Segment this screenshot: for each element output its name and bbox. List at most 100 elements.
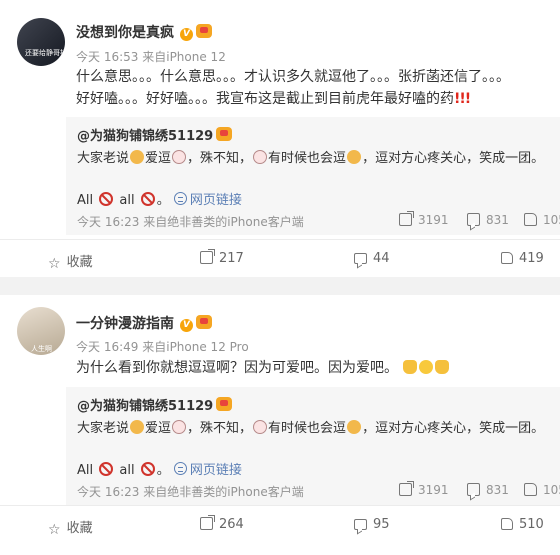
ghost-emoji-icon bbox=[172, 420, 187, 434]
star-icon: ☆ bbox=[48, 522, 61, 538]
prohibited-icon bbox=[99, 192, 114, 206]
ghost-emoji-icon bbox=[253, 150, 268, 164]
content-line-2-text: 好好嗑。。。好好嗑。。。我宣布这是截止到目前虎年最好嗑的药 bbox=[76, 91, 454, 107]
repost-links: All all 。 网页链接 bbox=[77, 459, 242, 478]
username[interactable]: 一分钟漫游指南 V bbox=[76, 313, 212, 333]
dog-emoji-icon bbox=[130, 150, 145, 164]
share-button[interactable]: 264 bbox=[200, 515, 244, 532]
post-time[interactable]: 今天 16:49 bbox=[76, 340, 138, 354]
link-icon bbox=[173, 192, 187, 205]
repost-card[interactable]: @为猫狗铺锦绣51129 大家老说 爱逗 ，殊不知， 有时候也会逗 ，逗对方心疼关心，笑… bbox=[66, 117, 560, 235]
content-line-1: 什么意思。。。什么意思。。。才认识多久就逗他了。。。张折菡还信了。。。 bbox=[76, 69, 510, 85]
ghost-emoji-icon bbox=[253, 420, 268, 434]
repost-like-count[interactable]: 105 bbox=[524, 483, 560, 497]
content-line-1: 为什么看到你就想逗逗啊？因为可爱吧。因为爱吧。 bbox=[76, 360, 398, 376]
repost-username-text[interactable]: @为猫狗铺锦绣51129 bbox=[77, 399, 213, 414]
repost-text-part: ，逗对方心疼关心，笑成一团。 bbox=[362, 421, 545, 436]
period-text: 。 bbox=[156, 193, 170, 208]
comment-button[interactable]: 44 bbox=[354, 251, 390, 266]
post-meta: 今天 16:49 来自iPhone 12 Pro bbox=[76, 338, 249, 355]
web-link-label[interactable]: 网页链接 bbox=[190, 463, 242, 478]
favorite-button[interactable]: ☆ 收藏 bbox=[48, 517, 93, 538]
comment-button[interactable]: 95 bbox=[354, 517, 390, 532]
all-text: All bbox=[77, 193, 94, 208]
all-text: All bbox=[77, 463, 94, 478]
repost-like-count[interactable]: 105 bbox=[524, 213, 560, 227]
verified-badge-icon: V bbox=[180, 319, 193, 332]
repost-comment-value: 831 bbox=[486, 483, 509, 497]
comment-icon bbox=[467, 213, 480, 226]
like-button[interactable]: 419 bbox=[501, 251, 544, 266]
repost-text-part: ，逗对方心疼关心，笑成一团。 bbox=[362, 151, 545, 166]
repost-text-part: ，殊不知， bbox=[187, 151, 253, 166]
avatar-caption: 人生啊 bbox=[31, 345, 52, 353]
smile-emoji-icon bbox=[419, 360, 434, 374]
share-icon bbox=[399, 481, 414, 496]
content-line-2: 好好嗑。。。好好嗑。。。我宣布这是截止到目前虎年最好嗑的药!!! bbox=[76, 88, 556, 110]
like-count: 419 bbox=[519, 251, 544, 266]
repost-text-part: 大家老说 bbox=[77, 421, 130, 436]
username[interactable]: 没想到你是真疯 V bbox=[76, 22, 212, 42]
ghost-emoji-icon bbox=[172, 150, 187, 164]
post-content: 为什么看到你就想逗逗啊？因为可爱吧。因为爱吧。 bbox=[76, 357, 556, 379]
repost-username[interactable]: @为猫狗铺锦绣51129 bbox=[77, 395, 233, 414]
comment-count: 95 bbox=[373, 517, 390, 532]
repost-meta[interactable]: 今天 16:23 来自绝非善类的iPhone客户端 bbox=[77, 483, 304, 500]
dog-emoji-icon bbox=[130, 420, 145, 434]
share-count: 264 bbox=[219, 517, 244, 532]
share-icon bbox=[399, 211, 414, 226]
repost-text-part: ，殊不知， bbox=[187, 421, 253, 436]
web-link[interactable]: 网页链接 bbox=[173, 192, 242, 208]
post-meta: 今天 16:53 来自iPhone 12 bbox=[76, 48, 226, 65]
repost-comment-count[interactable]: 831 bbox=[467, 483, 509, 497]
comment-icon bbox=[467, 483, 480, 496]
member-crown-icon bbox=[196, 24, 212, 38]
username-text[interactable]: 没想到你是真疯 bbox=[76, 25, 174, 41]
favorite-button[interactable]: ☆ 收藏 bbox=[48, 251, 93, 272]
thumbs-up-emoji-icon bbox=[435, 360, 450, 374]
post-source: 来自iPhone 12 bbox=[142, 50, 226, 64]
repost-text-part: 有时候也会逗 bbox=[268, 421, 347, 436]
post-content: 什么意思。。。什么意思。。。才认识多久就逗他了。。。张折菡还信了。。。 好好嗑。… bbox=[76, 66, 556, 110]
avatar-caption: 还要给静哥找 bbox=[25, 49, 65, 57]
prohibited-icon bbox=[140, 462, 155, 476]
like-icon bbox=[501, 518, 513, 530]
repost-username-text[interactable]: @为猫狗铺锦绣51129 bbox=[77, 129, 213, 144]
like-button[interactable]: 510 bbox=[501, 517, 544, 532]
action-bar: ☆ 收藏 217 44 419 bbox=[0, 239, 560, 278]
repost-meta[interactable]: 今天 16:23 来自绝非善类的iPhone客户端 bbox=[77, 213, 304, 230]
repost-comment-count[interactable]: 831 bbox=[467, 213, 509, 227]
like-count: 510 bbox=[519, 517, 544, 532]
repost-share-count[interactable]: 3191 bbox=[399, 211, 449, 227]
action-bar: ☆ 收藏 264 95 510 bbox=[0, 505, 560, 544]
share-button[interactable]: 217 bbox=[200, 249, 244, 266]
post-time[interactable]: 今天 16:53 bbox=[76, 50, 138, 64]
verified-badge-icon: V bbox=[180, 28, 193, 41]
dog-emoji-icon bbox=[347, 150, 362, 164]
share-icon bbox=[200, 515, 215, 530]
username-text[interactable]: 一分钟漫游指南 bbox=[76, 316, 174, 332]
all-text: all bbox=[119, 463, 135, 478]
like-icon bbox=[524, 213, 537, 226]
like-icon bbox=[501, 252, 513, 264]
repost-share-count[interactable]: 3191 bbox=[399, 481, 449, 497]
member-crown-icon bbox=[216, 127, 233, 141]
repost-comment-value: 831 bbox=[486, 213, 509, 227]
repost-card[interactable]: @为猫狗铺锦绣51129 大家老说 爱逗 ，殊不知， 有时候也会逗 ，逗对方心疼关心，笑… bbox=[66, 387, 560, 505]
repost-text-part: 爱逗 bbox=[145, 421, 172, 436]
web-link[interactable]: 网页链接 bbox=[173, 462, 242, 478]
weibo-post: 还要给静哥找 没想到你是真疯 V 今天 16:53 来自iPhone 12 什么意… bbox=[0, 0, 560, 277]
repost-username[interactable]: @为猫狗铺锦绣51129 bbox=[77, 125, 233, 144]
repost-text-part: 大家老说 bbox=[77, 151, 130, 166]
favorite-label: 收藏 bbox=[66, 255, 93, 270]
repost-text-part: 爱逗 bbox=[145, 151, 172, 166]
web-link-label[interactable]: 网页链接 bbox=[190, 193, 242, 208]
all-text: all bbox=[119, 193, 135, 208]
avatar[interactable]: 人生啊 bbox=[17, 307, 65, 355]
comment-icon bbox=[354, 519, 367, 530]
prohibited-icon bbox=[99, 462, 114, 476]
repost-share-value: 3191 bbox=[418, 483, 449, 497]
repost-links: All all 。 网页链接 bbox=[77, 189, 242, 208]
avatar[interactable]: 还要给静哥找 bbox=[17, 18, 65, 66]
comment-count: 44 bbox=[373, 251, 390, 266]
